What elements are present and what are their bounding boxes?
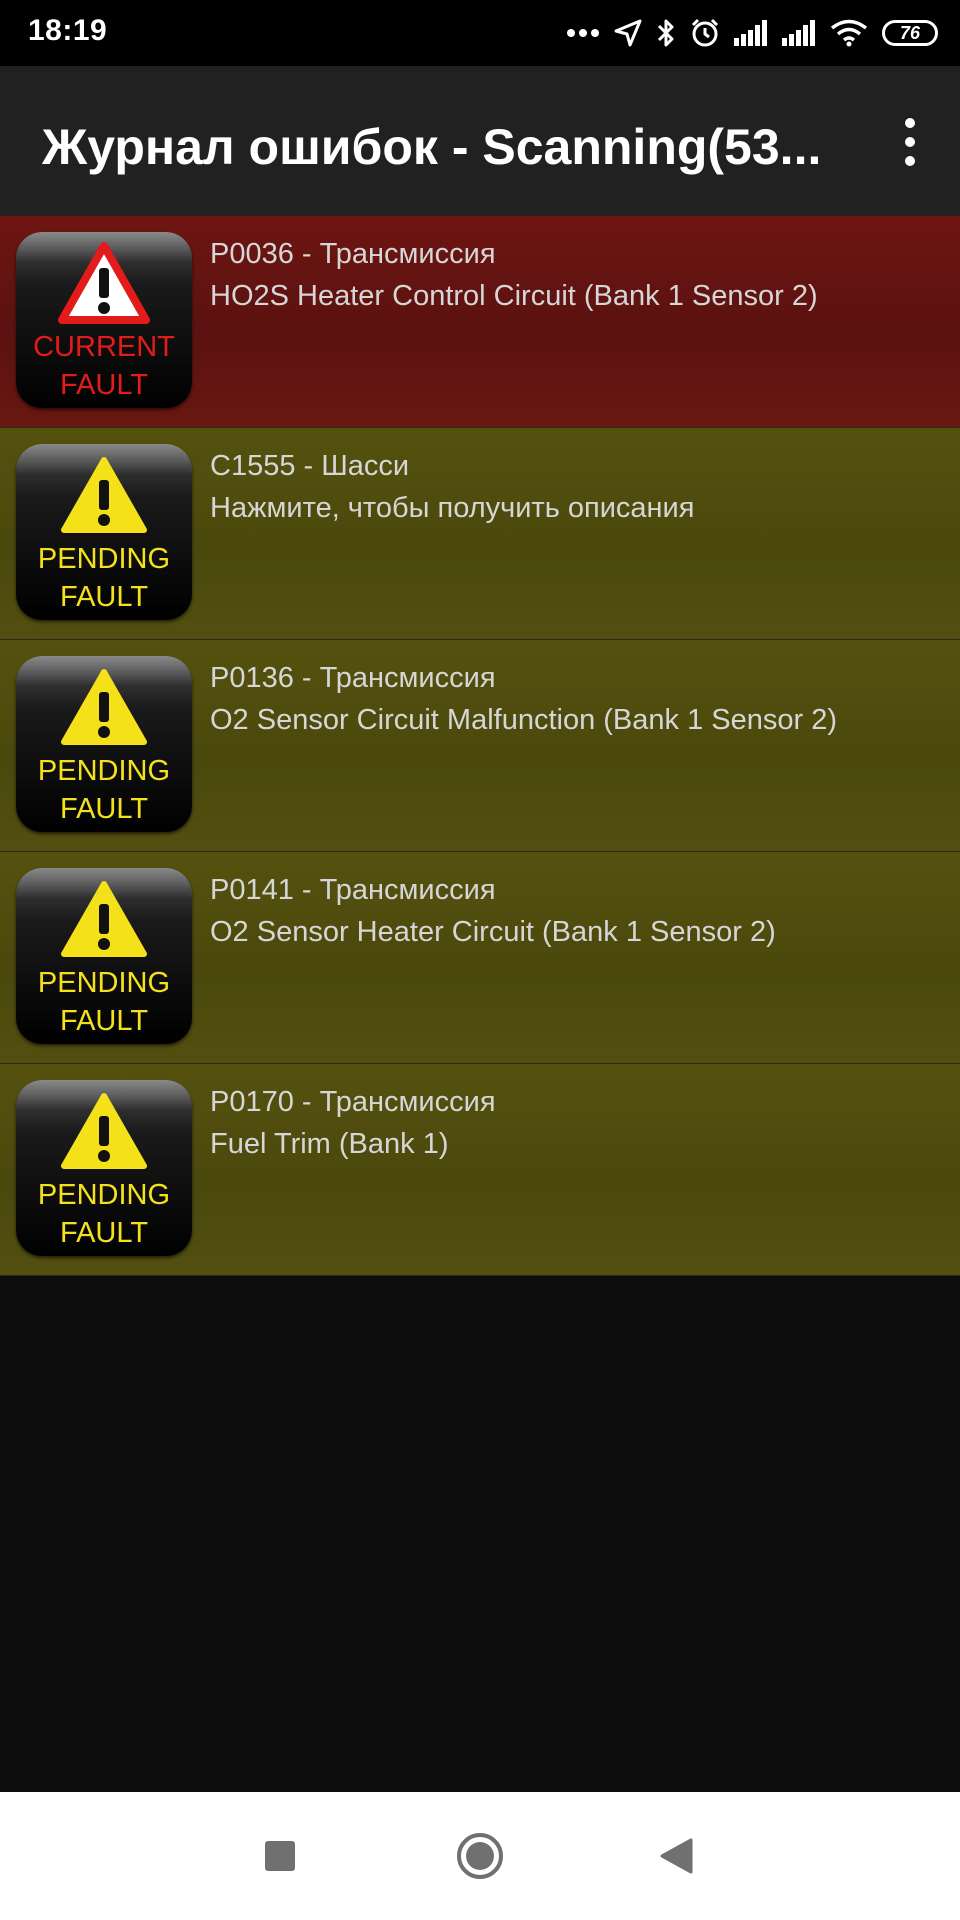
signal-icon <box>734 20 768 46</box>
status-bar: 18:19 76 <box>0 0 960 66</box>
overflow-menu-icon[interactable] <box>898 118 922 166</box>
status-icons: 76 <box>566 14 938 52</box>
system-nav-bar <box>0 1792 960 1920</box>
pending-fault-badge: PENDING FAULT <box>16 656 192 832</box>
fault-code: P0170 - Трансмиссия <box>210 1086 496 1118</box>
fault-description: O2 Sensor Circuit Malfunction (Bank 1 Se… <box>210 704 837 736</box>
badge-label-line1: PENDING <box>37 543 171 575</box>
menu-dot <box>905 156 915 166</box>
fault-row[interactable]: PENDING FAULT C1555 - Шасси Нажмите, что… <box>0 428 960 640</box>
status-time: 18:19 <box>28 14 108 47</box>
badge-label-line2: FAULT <box>59 581 149 613</box>
more-dots-icon <box>566 28 600 38</box>
fault-row[interactable]: CURRENT FAULT P0036 - Трансмиссия HO2S H… <box>0 216 960 428</box>
fault-row[interactable]: PENDING FAULT P0170 - Трансмиссия Fuel T… <box>0 1064 960 1276</box>
bluetooth-icon <box>656 17 676 49</box>
badge-label-line1: PENDING <box>37 1179 171 1211</box>
menu-dot <box>905 118 915 128</box>
home-circle-icon[interactable] <box>450 1826 510 1886</box>
warning-triangle-icon <box>61 881 147 957</box>
badge-label-line2: FAULT <box>59 1217 149 1249</box>
fault-description: HO2S Heater Control Circuit (Bank 1 Sens… <box>210 280 818 312</box>
location-arrow-icon <box>614 19 642 47</box>
app-bar: Журнал ошибок - Scanning(53... <box>0 66 960 216</box>
page-title: Журнал ошибок - Scanning(53... <box>42 119 822 175</box>
signal-icon <box>782 20 816 46</box>
badge-label-line2: FAULT <box>59 369 149 401</box>
badge-label-line1: PENDING <box>37 755 171 787</box>
badge-label-line1: CURRENT <box>33 331 175 363</box>
fault-row[interactable]: PENDING FAULT P0141 - Трансмиссия O2 Sen… <box>0 852 960 1064</box>
warning-triangle-icon <box>61 669 147 745</box>
warning-triangle-icon <box>61 1093 147 1169</box>
fault-code: C1555 - Шасси <box>210 450 410 482</box>
pending-fault-badge: PENDING FAULT <box>16 444 192 620</box>
wifi-icon <box>830 19 868 47</box>
pending-fault-badge: PENDING FAULT <box>16 868 192 1044</box>
menu-dot <box>905 137 915 147</box>
fault-description: Fuel Trim (Bank 1) <box>210 1128 449 1160</box>
badge-label-line2: FAULT <box>59 1005 149 1037</box>
warning-triangle-icon <box>58 242 150 324</box>
battery-level: 76 <box>899 22 921 43</box>
fault-row[interactable]: PENDING FAULT P0136 - Трансмиссия O2 Sen… <box>0 640 960 852</box>
back-triangle-icon[interactable] <box>646 1826 706 1886</box>
badge-label-line1: PENDING <box>37 967 171 999</box>
app-screen: 18:19 76 Журнал ошибок - Scanning(53... … <box>0 0 960 1920</box>
pending-fault-badge: PENDING FAULT <box>16 1080 192 1256</box>
fault-code: P0141 - Трансмиссия <box>210 874 496 906</box>
warning-triangle-icon <box>61 457 147 533</box>
fault-description: O2 Sensor Heater Circuit (Bank 1 Sensor … <box>210 916 776 948</box>
fault-code: P0036 - Трансмиссия <box>210 238 496 270</box>
fault-list: CURRENT FAULT P0036 - Трансмиссия HO2S H… <box>0 216 960 1276</box>
badge-label-line2: FAULT <box>59 793 149 825</box>
current-fault-badge: CURRENT FAULT <box>16 232 192 408</box>
fault-code: P0136 - Трансмиссия <box>210 662 496 694</box>
recents-square-icon[interactable] <box>250 1826 310 1886</box>
alarm-icon <box>690 18 720 48</box>
battery-icon: 76 <box>882 20 938 46</box>
fault-description: Нажмите, чтобы получить описания <box>210 492 695 524</box>
